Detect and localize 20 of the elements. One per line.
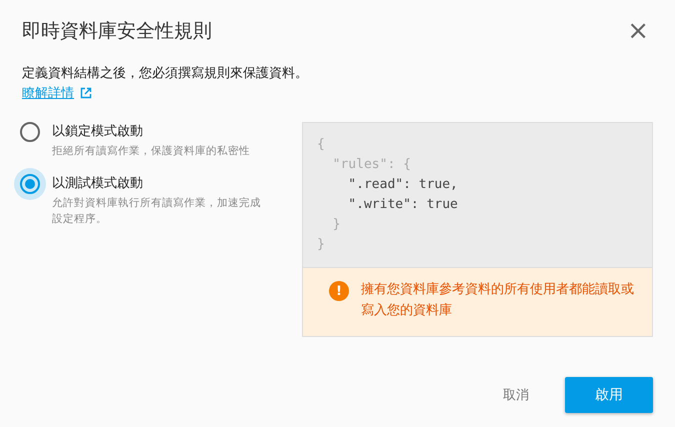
code-line: { [317,136,326,154]
close-button[interactable]: × [623,18,653,44]
option-description: 拒絕所有讀寫作業，保護資料庫的私密性 [52,144,251,159]
enable-button[interactable]: 啟用 [565,376,653,413]
option-label: 以測試模式啟動 [52,174,144,192]
external-link-icon [80,87,92,99]
option-description: 允許對資料庫執行所有讀寫作業，加速完成設定程序。 [52,196,262,226]
code-line: } [332,216,342,234]
option-label: 以鎖定模式啟動 [52,123,144,140]
dialog-title: 即時資料庫安全性規則 [22,19,212,44]
cancel-button[interactable]: 取消 [495,376,537,413]
code-line: ".read": true, [347,176,459,194]
warning-icon: ! [329,281,349,301]
code-line: ".write": true [347,196,459,214]
code-line: "rules": { [332,156,412,174]
learn-more-link[interactable]: 瞭解詳情 [22,84,74,102]
intro-text: 定義資料結構之後，您必須撰寫規則來保護資料。 [22,65,309,82]
warning-text: 擁有您資料庫參考資料的所有使用者都能讀取或寫入您的資料庫 [361,281,635,320]
radio-button[interactable] [14,168,46,200]
code-line: } [317,236,326,254]
